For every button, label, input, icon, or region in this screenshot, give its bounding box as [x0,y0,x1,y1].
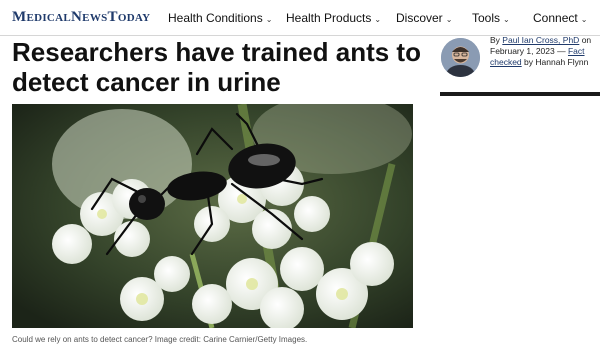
article-headline: Researchers have trained ants to detect … [12,37,421,97]
sidebar-divider [440,92,600,96]
avatar-portrait [441,38,480,77]
chevron-down-icon: ⌄ [445,15,453,24]
fact-checker-name: Hannah Flynn [535,57,589,67]
top-navigation-bar: MedicalNewsToday Health Conditions ⌄ Heal… [0,0,600,36]
hero-image-ant-on-flowers [12,104,413,328]
chevron-down-icon: ⌄ [265,15,273,24]
author-avatar[interactable] [441,38,480,77]
chevron-down-icon: ⌄ [374,15,382,24]
nav-tools[interactable]: Tools ⌄ [472,11,510,25]
nav-health-products[interactable]: Health Products ⌄ [286,11,381,25]
nav-connect[interactable]: Connect ⌄ [533,11,587,25]
chevron-down-icon: ⌄ [503,15,510,24]
byline-by: By [490,35,500,45]
nav-discover[interactable]: Discover ⌄ [396,11,452,25]
byline-on: on [581,35,592,45]
nav-label: Discover [396,11,443,25]
nav-label: Health Products [286,11,372,25]
ant-photo [12,104,413,328]
nav-health-conditions[interactable]: Health Conditions ⌄ [168,11,272,25]
image-caption: Could we rely on ants to detect cancer? … [12,335,308,344]
nav-label: Health Conditions [168,11,263,25]
author-link[interactable]: Paul Ian Cross, PhD [502,35,579,45]
publish-date: February 1, 2023 — [490,46,566,56]
site-logo[interactable]: MedicalNewsToday [12,9,150,26]
article-byline: By Paul Ian Cross, PhD on February 1, 20… [490,35,595,68]
byline-by-2: by [524,57,534,67]
nav-label: Connect [533,11,578,25]
chevron-down-icon: ⌄ [580,15,588,24]
nav-label: Tools [472,11,501,25]
